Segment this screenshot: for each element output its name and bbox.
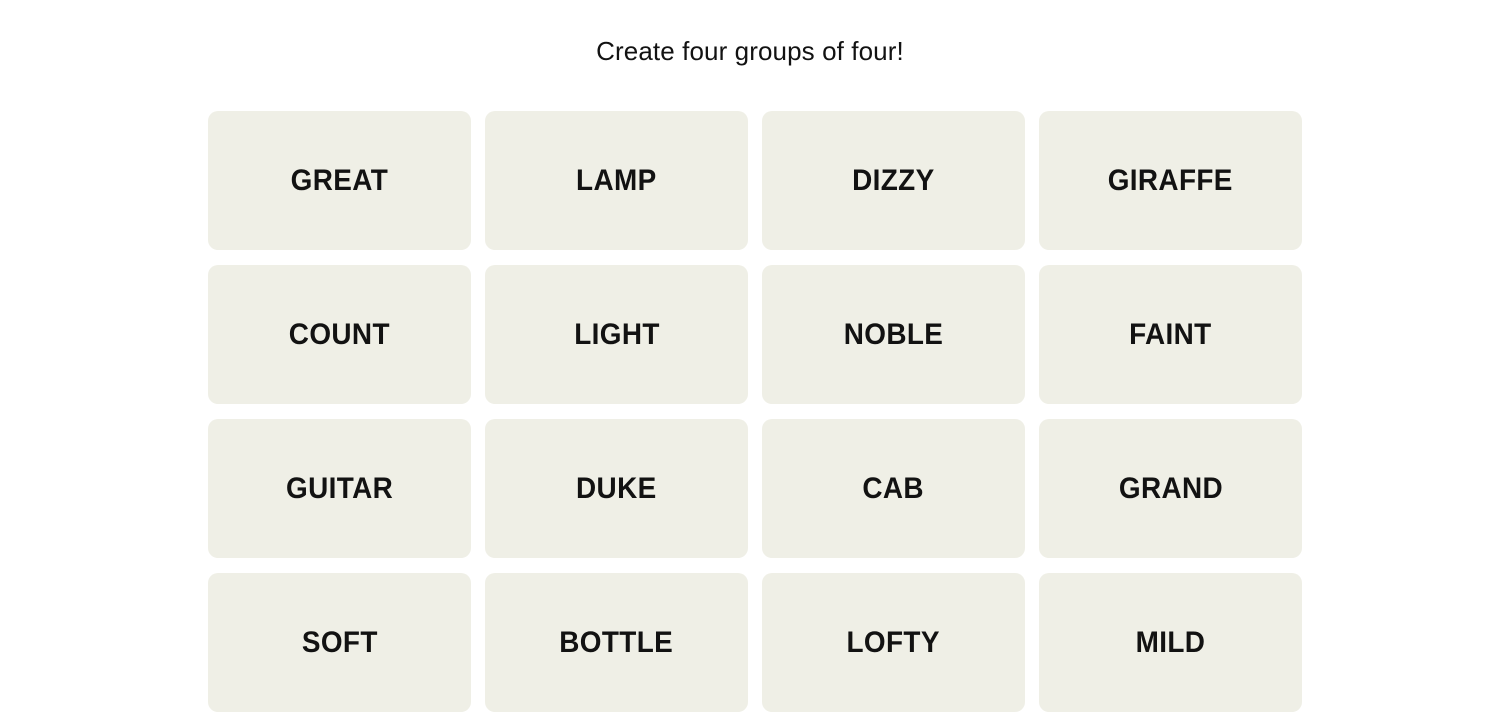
word-tile-5[interactable]: COUNT — [208, 265, 471, 404]
word-tile-label: LIGHT — [573, 317, 660, 351]
word-tile-13[interactable]: SOFT — [208, 573, 471, 712]
word-tile-14[interactable]: BOTTLE — [485, 573, 748, 712]
word-tile-label: COUNT — [288, 317, 391, 351]
word-tile-1[interactable]: GREAT — [208, 111, 471, 250]
word-tile-15[interactable]: LOFTY — [762, 573, 1025, 712]
word-tile-2[interactable]: LAMP — [485, 111, 748, 250]
word-tile-16[interactable]: MILD — [1039, 573, 1302, 712]
word-tile-3[interactable]: DIZZY — [762, 111, 1025, 250]
instruction-text: Create four groups of four! — [596, 36, 904, 66]
word-tile-label: DUKE — [576, 471, 657, 505]
word-tile-label: LAMP — [576, 163, 657, 197]
connections-game: Create four groups of four! GREAT LAMP D… — [0, 0, 1500, 719]
word-tile-label: CAB — [862, 471, 925, 505]
word-tile-label: LOFTY — [846, 625, 941, 659]
word-tile-4[interactable]: GIRAFFE — [1039, 111, 1302, 250]
word-tile-9[interactable]: GUITAR — [208, 419, 471, 558]
word-tile-label: NOBLE — [843, 317, 944, 351]
word-tile-label: GUITAR — [285, 471, 394, 505]
word-tile-label: GREAT — [290, 163, 389, 197]
word-tile-10[interactable]: DUKE — [485, 419, 748, 558]
word-tile-label: SOFT — [301, 625, 378, 659]
word-tile-11[interactable]: CAB — [762, 419, 1025, 558]
word-tile-8[interactable]: FAINT — [1039, 265, 1302, 404]
word-tile-6[interactable]: LIGHT — [485, 265, 748, 404]
word-grid: GREAT LAMP DIZZY GIRAFFE COUNT LIGHT NOB… — [208, 111, 1302, 712]
word-tile-label: GIRAFFE — [1107, 163, 1234, 197]
word-tile-label: GRAND — [1118, 471, 1223, 505]
word-tile-label: FAINT — [1129, 317, 1212, 351]
word-tile-7[interactable]: NOBLE — [762, 265, 1025, 404]
word-tile-label: MILD — [1135, 625, 1206, 659]
word-tile-label: BOTTLE — [559, 625, 674, 659]
word-tile-label: DIZZY — [852, 163, 935, 197]
word-tile-12[interactable]: GRAND — [1039, 419, 1302, 558]
